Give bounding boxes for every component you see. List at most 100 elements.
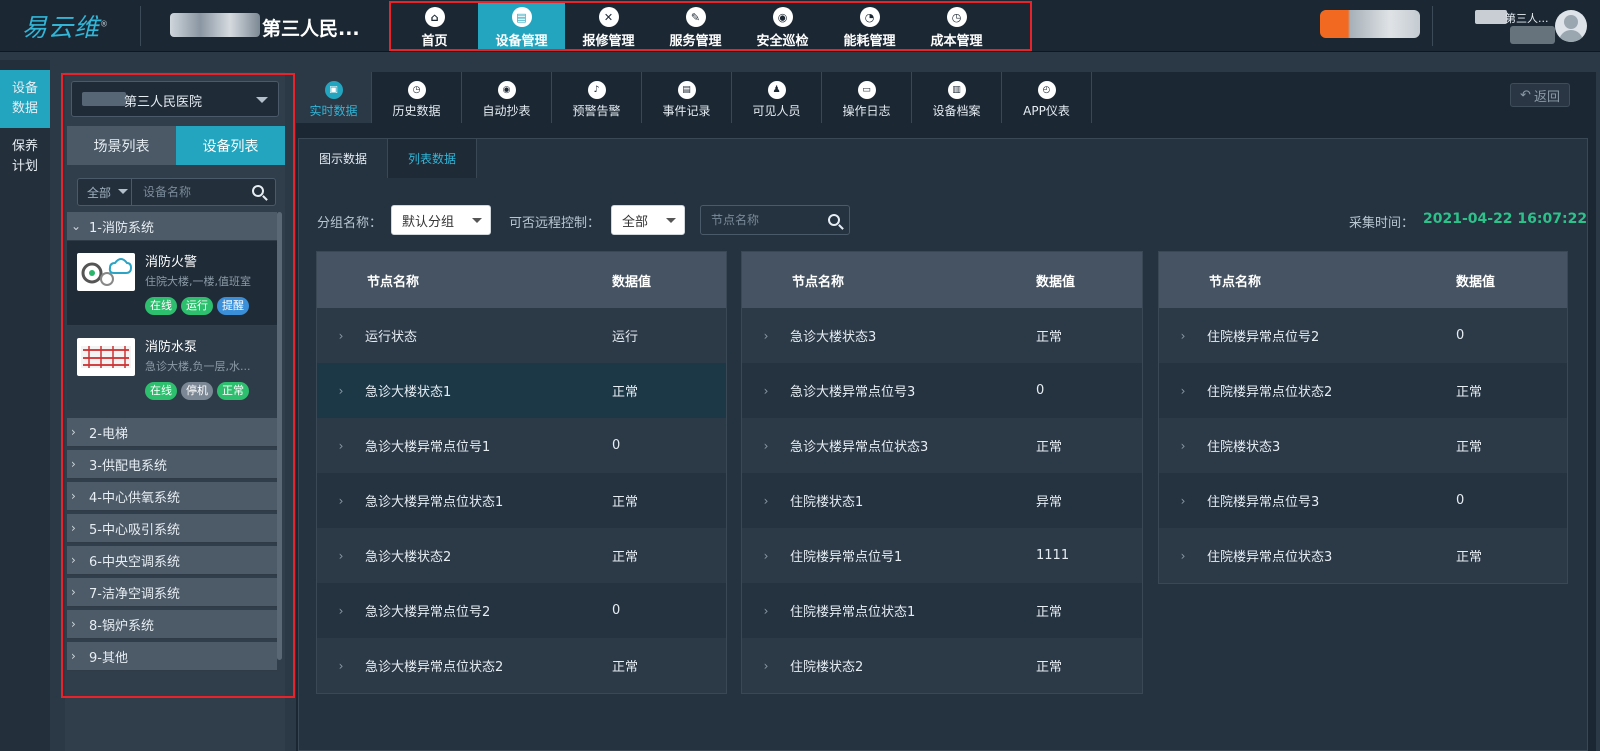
tree-group[interactable]: › 8-锅炉系统 bbox=[67, 610, 277, 639]
subtab-0[interactable]: ▣ 实时数据 bbox=[296, 72, 372, 123]
node-name: 住院楼异常点位状态1 bbox=[790, 605, 916, 620]
rail-item-1[interactable]: 保养 计划 bbox=[0, 128, 50, 186]
tree-group[interactable]: › 5-中心吸引系统 bbox=[67, 514, 277, 543]
avatar[interactable] bbox=[1555, 10, 1587, 42]
table-row[interactable]: › 急诊大楼状态1 正常 bbox=[317, 363, 726, 418]
pie-chart-icon: ◔ bbox=[859, 7, 880, 27]
table-row[interactable]: › 运行状态 运行 bbox=[317, 308, 726, 363]
rail-item-0[interactable]: 设备 数据 bbox=[0, 70, 50, 128]
chevron-right-icon: › bbox=[71, 425, 76, 439]
device-name: 消防火警 bbox=[145, 255, 198, 270]
subtab-5[interactable]: ♟ 可见人员 bbox=[732, 72, 822, 123]
tab-diagram-data[interactable]: 图示数据 bbox=[299, 139, 389, 178]
chevron-down-icon bbox=[472, 218, 482, 223]
tree-group-label: 3-供配电系统 bbox=[89, 458, 167, 474]
nav-item-label: 服务管理 bbox=[669, 34, 722, 49]
chevron-right-icon: › bbox=[71, 521, 76, 535]
device-search-input[interactable] bbox=[132, 179, 242, 205]
table-row[interactable]: › 住院楼异常点位状态2 正常 bbox=[1159, 363, 1567, 418]
nav-item-label: 报修管理 bbox=[582, 34, 635, 49]
table-row[interactable]: › 急诊大楼异常点位号1 0 bbox=[317, 418, 726, 473]
subtab-8[interactable]: ◴ APP仪表 bbox=[1002, 72, 1092, 123]
tab-scene-list[interactable]: 场景列表 bbox=[67, 126, 176, 165]
tree-group[interactable]: › 7-洁净空调系统 bbox=[67, 578, 277, 607]
table-row[interactable]: › 住院楼状态1 异常 bbox=[742, 473, 1142, 528]
device-card[interactable]: 消防水泵 急诊大楼,负一层,水... 在线 停机 正常 bbox=[67, 326, 277, 410]
node-name: 急诊大楼异常点位号1 bbox=[365, 440, 491, 455]
table-row[interactable]: › 急诊大楼异常点位状态1 正常 bbox=[317, 473, 726, 528]
table-row[interactable]: › 住院楼状态3 正常 bbox=[1159, 418, 1567, 473]
node-name: 急诊大楼异常点位状态2 bbox=[365, 660, 504, 675]
table-row[interactable]: › 住院楼异常点位号2 0 bbox=[1159, 308, 1567, 363]
subtab-label: 可见人员 bbox=[752, 104, 801, 118]
collect-time-value: 2021-04-22 16:07:22 bbox=[1423, 211, 1588, 227]
table-row[interactable]: › 急诊大楼异常点位号3 0 bbox=[742, 363, 1142, 418]
notification-area-blurred[interactable] bbox=[1320, 10, 1420, 38]
remote-control-select[interactable]: 全部 bbox=[611, 205, 685, 235]
table-row[interactable]: › 住院楼状态2 正常 bbox=[742, 638, 1142, 693]
subtab-3[interactable]: ♪ 预警告警 bbox=[552, 72, 642, 123]
tree-group[interactable]: › 9-其他 bbox=[67, 642, 277, 671]
subtab-4[interactable]: ▤ 事件记录 bbox=[642, 72, 732, 123]
status-badge: 停机 bbox=[181, 382, 213, 400]
chevron-right-icon: › bbox=[1180, 383, 1186, 398]
nav-item-1[interactable]: ▤ 设备管理 bbox=[478, 3, 565, 49]
fire-alarm-thumbnail bbox=[77, 253, 135, 291]
view-tabs: 图示数据 列表数据 bbox=[299, 139, 478, 178]
tree-group-label: 2-电梯 bbox=[89, 426, 128, 442]
nav-item-2[interactable]: ✕ 报修管理 bbox=[565, 3, 652, 49]
table-row[interactable]: › 急诊大楼异常点位号2 0 bbox=[317, 583, 726, 638]
subtab-icon: ▣ bbox=[324, 81, 343, 99]
chevron-right-icon: › bbox=[763, 603, 769, 618]
node-name: 住院楼状态2 bbox=[790, 660, 864, 675]
node-search-input[interactable] bbox=[701, 206, 816, 234]
chevron-down-icon: ⌄ bbox=[71, 219, 82, 233]
subtab-2[interactable]: ◉ 自动抄表 bbox=[462, 72, 552, 123]
table-row[interactable]: › 急诊大楼状态2 正常 bbox=[317, 528, 726, 583]
nav-item-5[interactable]: ◔ 能耗管理 bbox=[826, 3, 913, 49]
device-card[interactable]: 消防火警 住院大楼,一楼,值班室 在线 运行 提醒 bbox=[67, 241, 277, 325]
app-logo[interactable]: 易云维® bbox=[22, 8, 109, 44]
chevron-right-icon: › bbox=[338, 328, 344, 343]
node-name: 急诊大楼异常点位状态1 bbox=[365, 495, 504, 510]
node-name: 住院楼异常点位状态2 bbox=[1207, 385, 1333, 400]
tab-device-list[interactable]: 设备列表 bbox=[176, 126, 285, 165]
user-name[interactable]: 第三人... bbox=[1505, 10, 1549, 26]
table-row[interactable]: › 住院楼异常点位号1 1111 bbox=[742, 528, 1142, 583]
table-row[interactable]: › 住院楼异常点位号3 0 bbox=[1159, 473, 1567, 528]
side-scrollbar[interactable] bbox=[277, 212, 282, 660]
table-row[interactable]: › 住院楼异常点位状态3 正常 bbox=[1159, 528, 1567, 583]
node-value: 正常 bbox=[612, 550, 639, 565]
tree-group[interactable]: › 3-供配电系统 bbox=[67, 450, 277, 479]
table-row[interactable]: › 住院楼异常点位状态1 正常 bbox=[742, 583, 1142, 638]
nav-item-0[interactable]: ⌂ 首页 bbox=[391, 3, 478, 49]
search-icon[interactable] bbox=[828, 214, 840, 226]
remote-control-label: 可否远程控制： bbox=[509, 216, 601, 231]
back-button[interactable]: ↶ 返回 bbox=[1510, 83, 1570, 107]
tab-list-data[interactable]: 列表数据 bbox=[388, 139, 478, 178]
table-row[interactable]: › 急诊大楼状态3 正常 bbox=[742, 308, 1142, 363]
nav-item-4[interactable]: ◉ 安全巡检 bbox=[739, 3, 826, 49]
category-filter-value: 全部 bbox=[87, 186, 112, 200]
back-arrow-icon: ↶ bbox=[1520, 87, 1531, 103]
tree-group[interactable]: › 2-电梯 bbox=[67, 418, 277, 447]
search-icon[interactable] bbox=[252, 185, 264, 197]
subtab-1[interactable]: ◷ 历史数据 bbox=[372, 72, 462, 123]
chevron-down-icon bbox=[118, 189, 128, 194]
nav-item-6[interactable]: ◷ 成本管理 bbox=[913, 3, 1000, 49]
tree-group[interactable]: › 4-中心供氧系统 bbox=[67, 482, 277, 511]
chevron-right-icon: › bbox=[763, 548, 769, 563]
subtab-icon: ▤ bbox=[677, 81, 696, 99]
nav-item-3[interactable]: ✎ 服务管理 bbox=[652, 3, 739, 49]
node-value: 正常 bbox=[612, 385, 639, 400]
tree-group-open[interactable]: ⌄ 1-消防系统 bbox=[67, 212, 277, 241]
subtab-6[interactable]: ▭ 操作日志 bbox=[822, 72, 912, 123]
chevron-right-icon: › bbox=[71, 617, 76, 631]
table-row[interactable]: › 急诊大楼异常点位状态3 正常 bbox=[742, 418, 1142, 473]
group-select[interactable]: 默认分组 bbox=[391, 205, 491, 235]
category-filter-select[interactable]: 全部 bbox=[77, 178, 132, 206]
fire-pump-thumbnail bbox=[77, 338, 135, 376]
tree-group[interactable]: › 6-中央空调系统 bbox=[67, 546, 277, 575]
table-row[interactable]: › 急诊大楼异常点位状态2 正常 bbox=[317, 638, 726, 693]
subtab-7[interactable]: ▥ 设备档案 bbox=[912, 72, 1002, 123]
